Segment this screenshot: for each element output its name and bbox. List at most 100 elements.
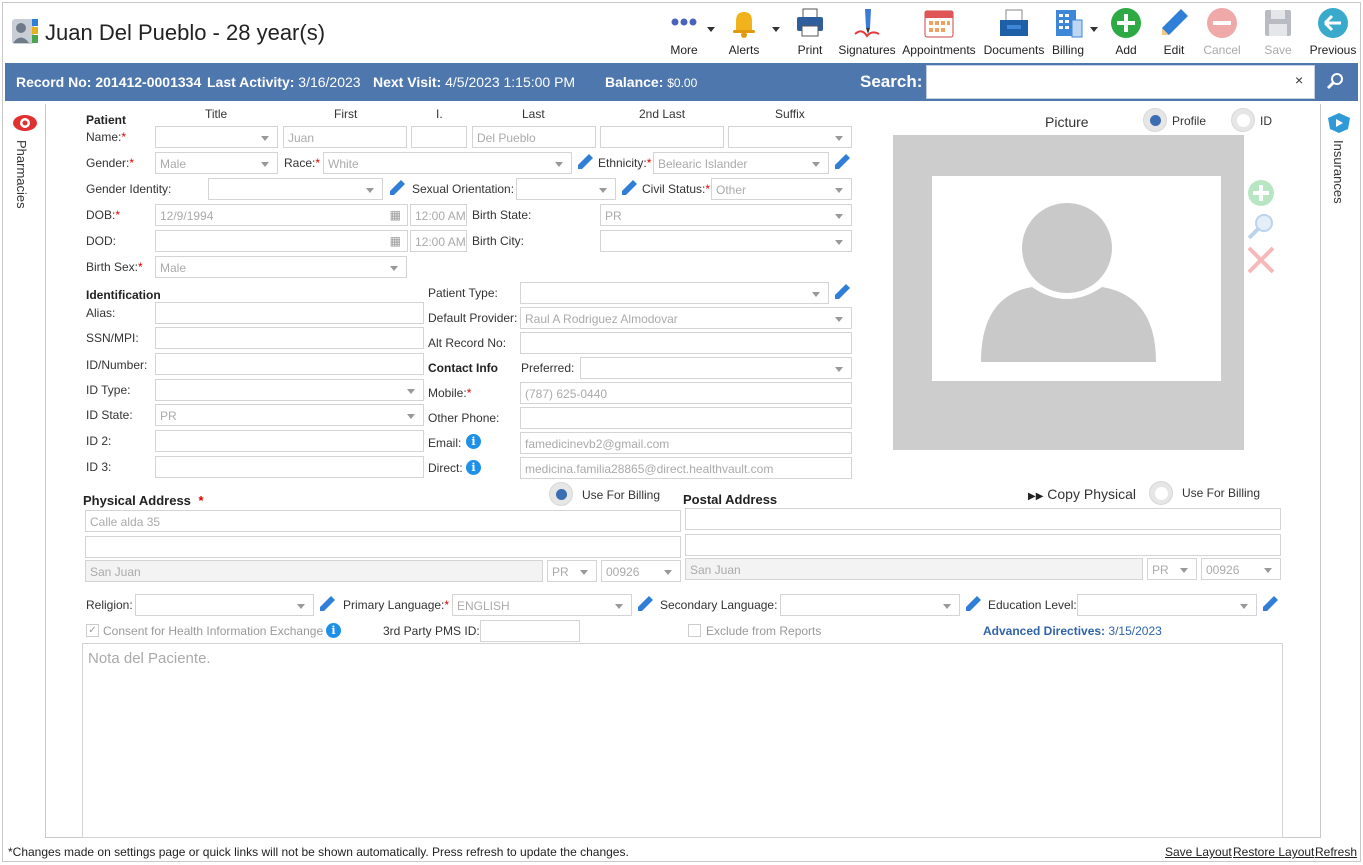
- id-radio[interactable]: [1231, 108, 1255, 132]
- civil-status-select[interactable]: Other: [711, 178, 852, 200]
- edit-religion-pencil-icon[interactable]: [318, 595, 336, 613]
- refresh-link[interactable]: Refresh: [1315, 845, 1357, 859]
- patient-note-textarea[interactable]: Nota del Paciente.: [82, 643, 1283, 838]
- physical-address-line2[interactable]: [85, 536, 681, 558]
- ethnicity-select[interactable]: Belearic Islander: [653, 152, 829, 174]
- more-caret-icon[interactable]: [707, 27, 715, 32]
- pharmacies-icon[interactable]: [12, 113, 38, 133]
- pms-id-input[interactable]: [480, 620, 580, 642]
- postal-city-input[interactable]: San Juan: [685, 558, 1143, 580]
- suffix-select[interactable]: [728, 126, 852, 148]
- cancel-button[interactable]: Cancel: [1200, 4, 1244, 60]
- primary-language-select[interactable]: ENGLISH: [452, 594, 632, 616]
- clear-search-icon[interactable]: ×: [1295, 72, 1303, 88]
- physical-zip-select[interactable]: 00926: [601, 560, 681, 582]
- postal-address-line1[interactable]: [685, 508, 1281, 530]
- documents-button[interactable]: Documents: [982, 4, 1046, 60]
- edit-button[interactable]: Edit: [1154, 4, 1194, 60]
- race-select[interactable]: White: [323, 152, 572, 174]
- sexual-orientation-select[interactable]: [516, 178, 616, 200]
- edit-ethnicity-pencil-icon[interactable]: [833, 153, 851, 171]
- dob-input[interactable]: 12/9/1994: [155, 204, 408, 226]
- edit-patient-type-pencil-icon[interactable]: [833, 283, 851, 301]
- secondary-language-select[interactable]: [780, 594, 960, 616]
- edit-secondary-language-pencil-icon[interactable]: [964, 595, 982, 613]
- physical-use-billing-radio[interactable]: [549, 482, 573, 506]
- more-button[interactable]: More: [662, 4, 706, 60]
- consent-checkbox[interactable]: ✓: [86, 624, 99, 637]
- insurances-tab[interactable]: Insurances: [1331, 140, 1346, 204]
- copy-physical-button[interactable]: ▶▶ Copy Physical: [1028, 486, 1136, 502]
- birth-city-select[interactable]: [600, 230, 852, 252]
- add-button[interactable]: Add: [1106, 4, 1146, 60]
- postal-address-line2[interactable]: [685, 534, 1281, 556]
- email-info-icon[interactable]: i: [466, 434, 481, 449]
- profile-radio[interactable]: [1143, 108, 1167, 132]
- gender-select[interactable]: Male: [155, 152, 278, 174]
- delete-photo-icon[interactable]: [1246, 245, 1276, 275]
- direct-info-icon[interactable]: i: [466, 460, 481, 475]
- edit-education-level-pencil-icon[interactable]: [1261, 595, 1279, 613]
- middle-initial-input[interactable]: [411, 126, 467, 148]
- dod-input[interactable]: [155, 230, 408, 252]
- search-button[interactable]: [1317, 65, 1353, 99]
- advanced-directives[interactable]: Advanced Directives: 3/15/2023: [983, 624, 1162, 638]
- edit-primary-language-pencil-icon[interactable]: [636, 595, 654, 613]
- alt-record-input[interactable]: [520, 332, 852, 354]
- physical-state-select[interactable]: PR: [547, 560, 597, 582]
- signatures-button[interactable]: Signatures: [838, 4, 896, 60]
- email-label: Email:: [428, 436, 462, 450]
- restore-layout-link[interactable]: Restore Layout: [1233, 845, 1314, 859]
- edit-gender-identity-pencil-icon[interactable]: [388, 179, 406, 197]
- second-last-name-input[interactable]: [600, 126, 724, 148]
- mobile-input[interactable]: (787) 625-0440: [520, 382, 852, 404]
- add-photo-icon[interactable]: [1246, 178, 1276, 208]
- last-name-input[interactable]: Del Pueblo: [472, 126, 596, 148]
- save-layout-link[interactable]: Save Layout: [1165, 845, 1232, 859]
- ssn-input[interactable]: [155, 327, 424, 349]
- save-button[interactable]: Save: [1258, 4, 1298, 60]
- alias-input[interactable]: [155, 302, 424, 324]
- insurances-icon[interactable]: [1327, 112, 1351, 134]
- print-button[interactable]: Print: [788, 4, 832, 60]
- edit-race-pencil-icon[interactable]: [576, 153, 594, 171]
- appointments-button[interactable]: Appointments: [900, 4, 978, 60]
- email-input[interactable]: famedicinevb2@gmail.com: [520, 432, 852, 454]
- previous-button[interactable]: Previous: [1308, 4, 1358, 60]
- patient-type-select[interactable]: [520, 282, 829, 304]
- birth-sex-select[interactable]: Male: [155, 256, 407, 278]
- dod-time-input[interactable]: 12:00 AM: [410, 230, 467, 252]
- search-input[interactable]: [926, 65, 1315, 99]
- title-select[interactable]: [155, 126, 278, 148]
- default-provider-select[interactable]: Raul A Rodriguez Almodovar: [520, 307, 852, 329]
- id3-input[interactable]: [155, 456, 424, 478]
- preferred-contact-select[interactable]: [580, 357, 852, 379]
- postal-zip-select[interactable]: 00926: [1201, 558, 1281, 580]
- id-number-input[interactable]: [155, 353, 424, 375]
- zoom-photo-icon[interactable]: [1246, 211, 1276, 241]
- gender-identity-select[interactable]: [208, 178, 383, 200]
- physical-use-billing-label: Use For Billing: [582, 488, 661, 502]
- other-phone-input[interactable]: [520, 407, 852, 429]
- postal-state-select[interactable]: PR: [1147, 558, 1197, 580]
- alerts-button[interactable]: Alerts: [722, 4, 766, 60]
- postal-use-billing-radio[interactable]: [1149, 481, 1173, 505]
- birth-state-select[interactable]: PR: [600, 204, 852, 226]
- physical-address-line1[interactable]: Calle alda 35: [85, 510, 681, 532]
- exclude-reports-checkbox[interactable]: [688, 624, 701, 637]
- consent-info-icon[interactable]: i: [326, 623, 341, 638]
- id-type-select[interactable]: [155, 379, 424, 401]
- education-level-select[interactable]: [1077, 594, 1257, 616]
- billing-caret-icon[interactable]: [1090, 27, 1098, 32]
- edit-sexual-orientation-pencil-icon[interactable]: [620, 179, 638, 197]
- direct-email-input[interactable]: medicina.familia28865@direct.healthvault…: [520, 457, 852, 479]
- physical-city-input[interactable]: San Juan: [85, 560, 543, 582]
- first-name-input[interactable]: Juan: [283, 126, 407, 148]
- religion-select[interactable]: [135, 594, 314, 616]
- billing-button[interactable]: Billing: [1048, 4, 1088, 60]
- id-state-select[interactable]: PR: [155, 404, 424, 426]
- alerts-caret-icon[interactable]: [772, 27, 780, 32]
- id2-input[interactable]: [155, 430, 424, 452]
- dob-time-input[interactable]: 12:00 AM: [410, 204, 467, 226]
- pharmacies-tab[interactable]: Pharmacies: [14, 140, 29, 209]
